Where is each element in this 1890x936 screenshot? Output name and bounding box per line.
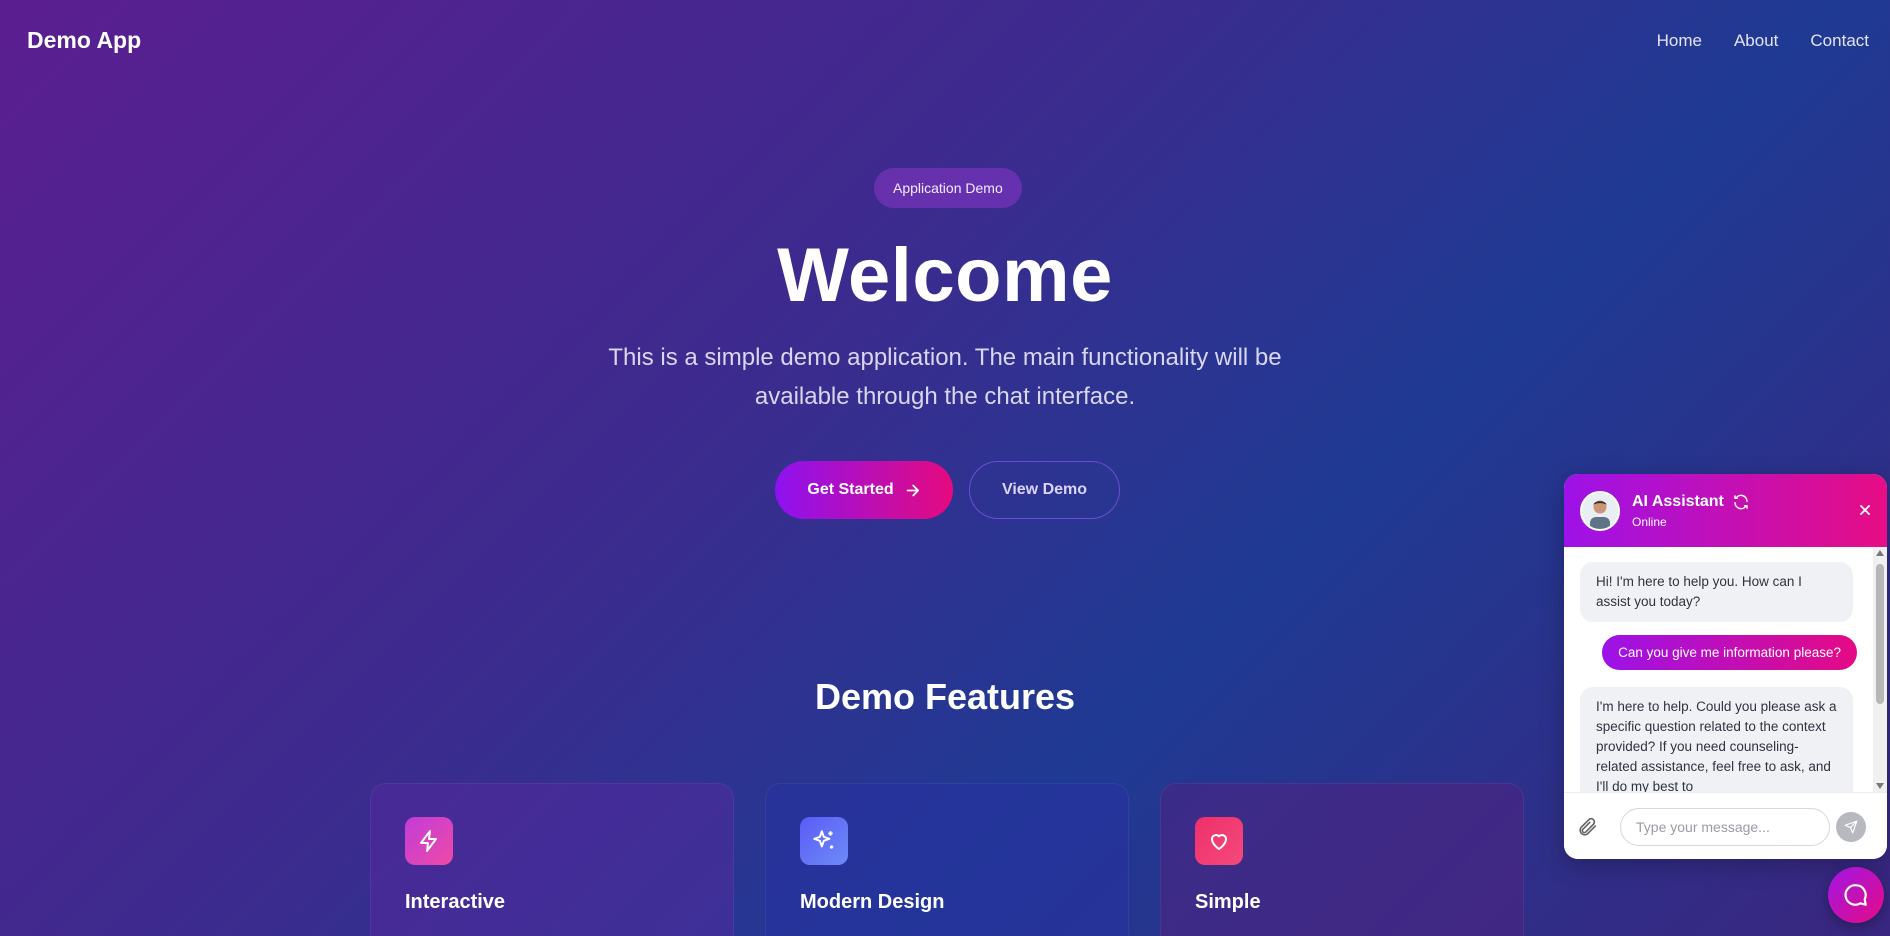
feature-card-interactive: Interactive [370, 783, 734, 936]
feature-card-simple: Simple [1160, 783, 1524, 936]
hero-subtitle: This is a simple demo application. The m… [608, 344, 1282, 410]
scroll-down-arrow-icon[interactable] [1876, 783, 1884, 789]
nav-links: Home About Contact [1657, 31, 1869, 51]
message-input[interactable] [1620, 808, 1830, 846]
scroll-thumb[interactable] [1876, 564, 1884, 704]
top-navbar: Demo App Home About Contact [0, 0, 1890, 80]
send-icon [1844, 820, 1858, 834]
close-icon [1860, 505, 1870, 515]
nav-link-home[interactable]: Home [1657, 31, 1702, 51]
arrow-right-icon [906, 484, 919, 496]
bot-message: I'm here to help. Could you please ask a… [1580, 687, 1853, 792]
bot-message: Hi! I'm here to help you. How can I assi… [1580, 562, 1853, 622]
hero-title: Welcome [777, 233, 1113, 318]
lightning-icon [405, 817, 453, 865]
feature-card-title: Simple [1195, 891, 1261, 913]
scroll-up-arrow-icon[interactable] [1876, 550, 1884, 556]
chat-assistant-name: AI Assistant [1632, 493, 1724, 510]
get-started-label: Get Started [807, 481, 894, 498]
chat-scrollbar[interactable] [1873, 547, 1887, 792]
sparkles-icon [800, 817, 848, 865]
close-chat-button[interactable] [1853, 498, 1877, 522]
get-started-button[interactable]: Get Started [775, 461, 953, 519]
chat-widget: AI Assistant Online Hi! I'm here to help… [1564, 474, 1887, 859]
chat-launcher-button[interactable] [1828, 867, 1884, 923]
refresh-icon[interactable] [1732, 493, 1750, 511]
brand-logo[interactable]: Demo App [27, 27, 141, 54]
hero-badge: Application Demo [874, 168, 1022, 208]
chat-bubble-icon [1844, 884, 1867, 906]
assistant-avatar [1580, 491, 1620, 531]
view-demo-button[interactable]: View Demo [969, 461, 1120, 519]
feature-card-modern-design: Modern Design [765, 783, 1129, 936]
send-button[interactable] [1836, 812, 1866, 842]
paperclip-icon[interactable] [1576, 816, 1598, 838]
nav-link-contact[interactable]: Contact [1810, 31, 1869, 51]
chat-status: Online [1632, 515, 1667, 529]
chat-header: AI Assistant Online [1564, 474, 1887, 547]
nav-link-about[interactable]: About [1734, 31, 1778, 51]
heart-icon [1195, 817, 1243, 865]
feature-card-title: Interactive [405, 891, 506, 913]
user-message: Can you give me information please? [1602, 635, 1857, 670]
chat-input-row [1564, 792, 1887, 859]
chat-messages: Hi! I'm here to help you. How can I assi… [1564, 547, 1887, 792]
feature-card-title: Modern Design [800, 891, 945, 913]
